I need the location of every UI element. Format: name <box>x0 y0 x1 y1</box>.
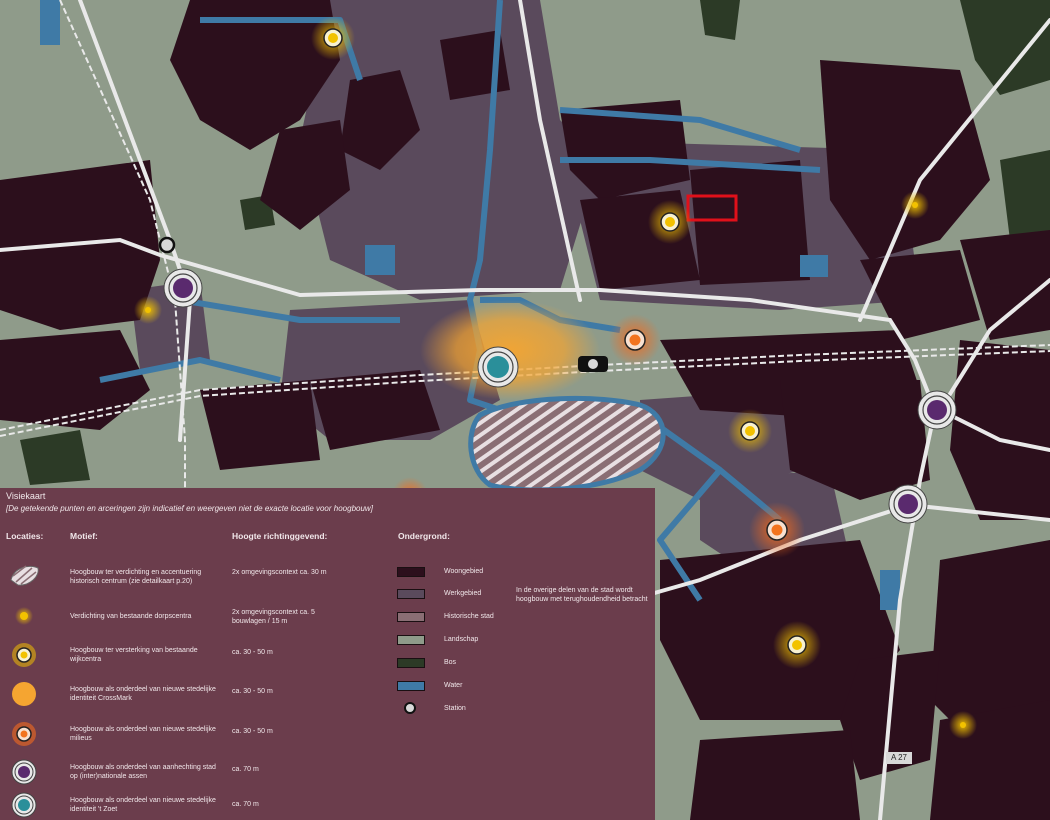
hoogte-row-3: ca. 30 - 50 m <box>232 649 273 656</box>
header-motief: Motief: <box>70 531 98 541</box>
historic-hatch-icon <box>10 565 39 586</box>
motief-row-2: Verdichting van bestaande dorpscentra <box>70 613 192 620</box>
purple-ring-dot-icon <box>11 759 37 785</box>
yellow-ring-dot-icon <box>12 643 36 667</box>
road-number-label: A 27 <box>886 752 912 764</box>
label-landschap: Landschap <box>444 636 479 643</box>
header-locaties: Locaties: <box>6 531 44 541</box>
hoogte-row-1: 2x omgevingscontext ca. 30 m <box>232 569 327 576</box>
swatch-werkgebied <box>397 589 425 599</box>
swatch-landschap <box>397 635 425 645</box>
legend-panel: Visiekaart [De getekende punten en arcer… <box>0 488 655 820</box>
legend-title: Visiekaart <box>6 491 46 501</box>
motief-row-1: Hoogbouw ter verdichting en accentuering… <box>70 569 202 585</box>
legend-note: In de overige delen van de stad wordt ho… <box>516 587 648 603</box>
legend-subtitle: [De getekende punten en arceringen zijn … <box>6 504 373 513</box>
swatch-historische-stad <box>397 612 425 622</box>
label-station: Station <box>444 705 466 712</box>
label-werkgebied: Werkgebied <box>444 590 482 597</box>
swatch-bos <box>397 658 425 668</box>
label-woongebied: Woongebied <box>444 568 484 575</box>
header-hoogte: Hoogte richtinggevend: <box>232 531 328 541</box>
swatch-woongebied <box>397 567 425 577</box>
small-yellow-dot-icon <box>15 607 33 625</box>
label-historische-stad: Historische stad <box>444 613 494 620</box>
swatch-water <box>397 681 425 691</box>
motief-row-6: Hoogbouw als onderdeel van aanhechting s… <box>70 764 216 780</box>
crossmark-glow <box>420 300 600 400</box>
orange-ring-dot-icon <box>12 722 36 746</box>
motief-row-4: Hoogbouw als onderdeel van nieuwe stedel… <box>70 686 216 702</box>
hoogte-row-4: ca. 30 - 50 m <box>232 688 273 695</box>
motief-row-3: Hoogbouw ter versterking van bestaande w… <box>70 647 198 663</box>
teal-ring-dot-icon <box>11 792 37 818</box>
map-stage: A 27 Visiekaart [De getekende punten en … <box>0 0 1050 820</box>
hoogte-row-6: ca. 70 m <box>232 766 259 773</box>
hoogte-row-5: ca. 30 - 50 m <box>232 728 273 735</box>
label-bos: Bos <box>444 659 457 666</box>
station-icon <box>404 702 416 714</box>
hoogte-row-7: ca. 70 m <box>232 801 259 808</box>
orange-glow-icon <box>12 682 36 706</box>
header-ondergrond: Ondergrond: <box>398 531 450 541</box>
motief-row-5: Hoogbouw als onderdeel van nieuwe stedel… <box>70 726 216 742</box>
label-water: Water <box>444 682 463 689</box>
hoogte-row-2: 2x omgevingscontext ca. 5 bouwlagen / 15… <box>232 609 315 625</box>
t-zoet-marker[interactable] <box>477 346 519 388</box>
motief-row-7: Hoogbouw als onderdeel van nieuwe stedel… <box>70 797 216 813</box>
